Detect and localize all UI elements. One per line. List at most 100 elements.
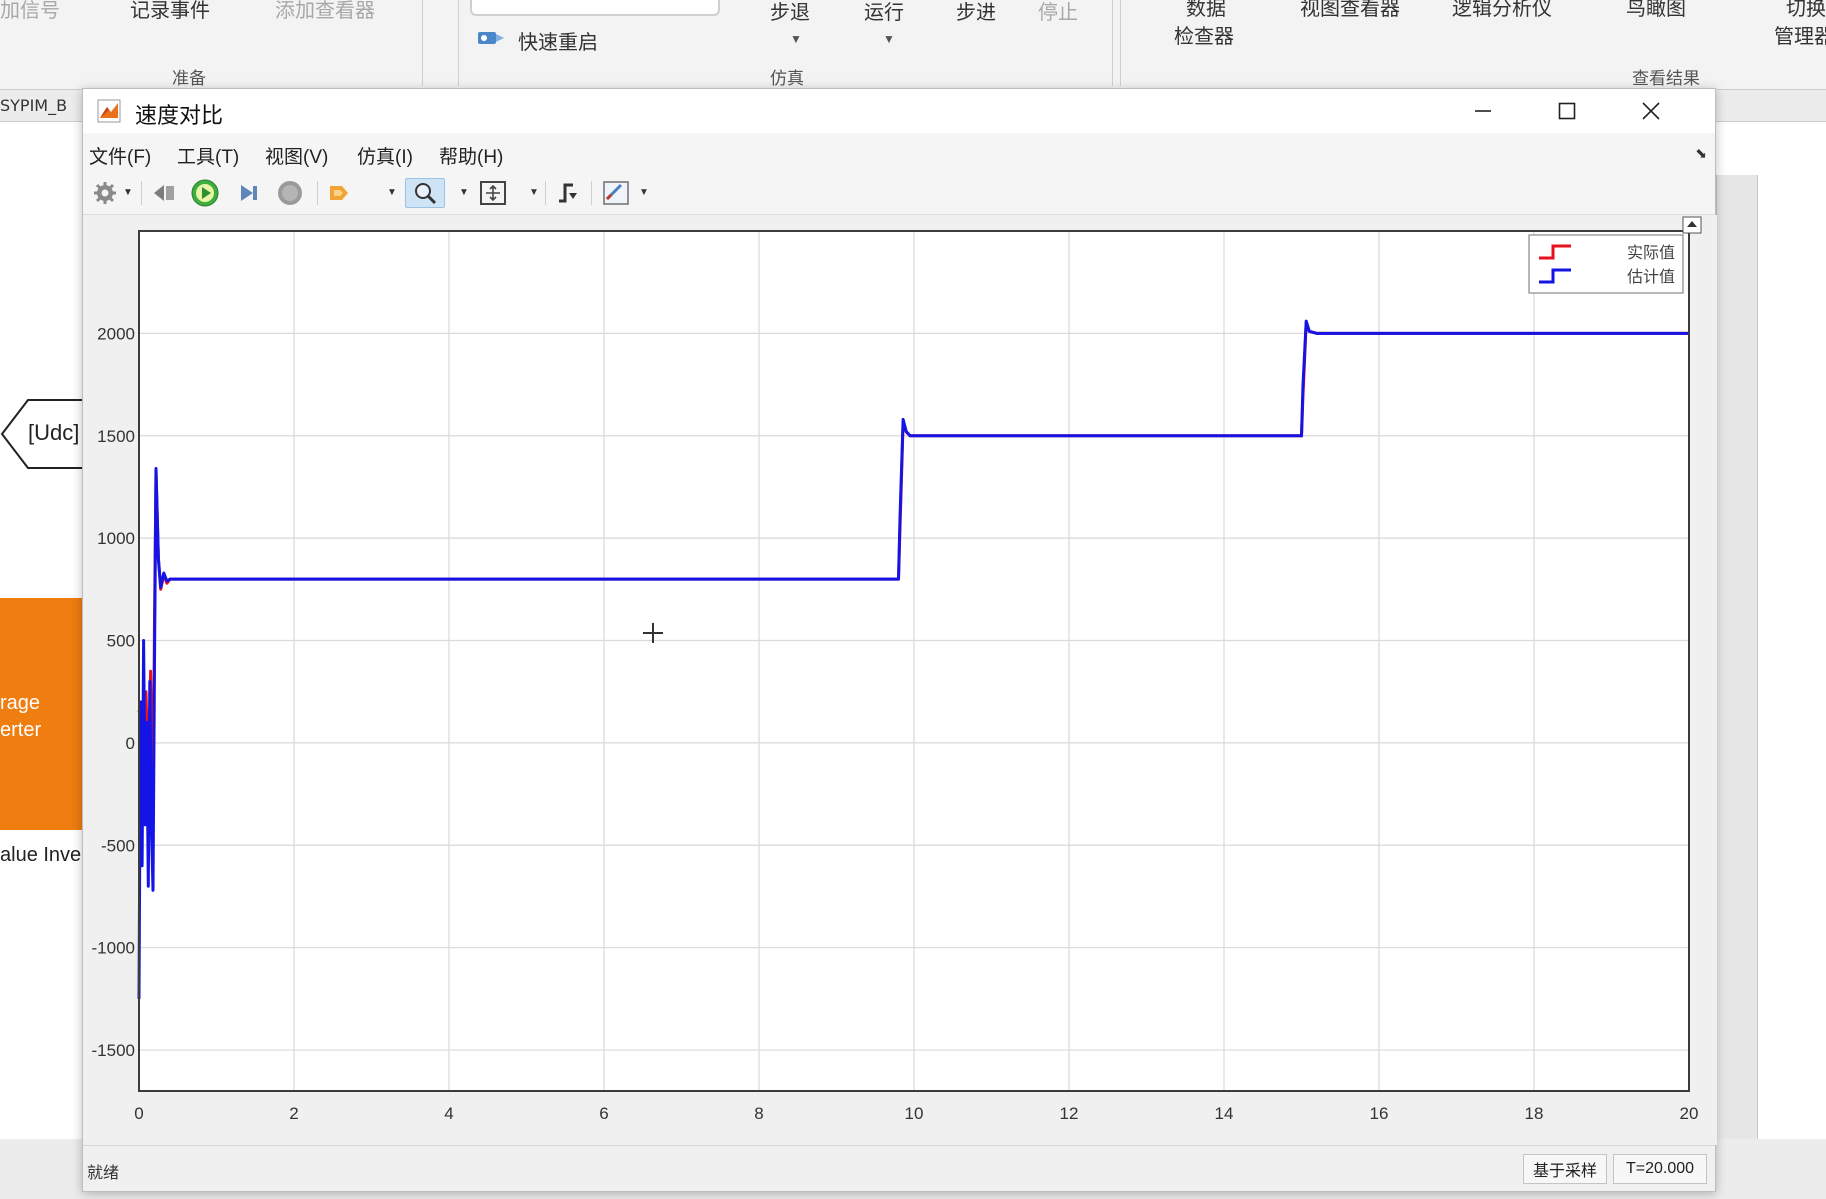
scope-title: 速度对比 <box>135 103 224 128</box>
axes-menu-icon[interactable] <box>1682 216 1702 234</box>
triggers-button[interactable] <box>553 178 583 208</box>
ribbon-stop-time-field[interactable] <box>470 0 720 16</box>
step-back-icon <box>154 185 174 201</box>
autoscale-dropdown-icon[interactable]: ▼ <box>529 187 539 198</box>
x-tick-label: 18 <box>1525 1104 1544 1123</box>
scope-window: 速度对比 文件(F) 工具(T) 视图(V) 仿真(I) 帮助(H) ⬊ ▼ ▼… <box>82 88 1717 1192</box>
zoom-dropdown-icon[interactable]: ▼ <box>459 187 469 198</box>
x-tick-label: 10 <box>905 1104 924 1123</box>
y-tick-label: 1000 <box>97 529 135 548</box>
measurements-button[interactable] <box>599 178 633 208</box>
status-sample-mode: 基于采样 <box>1523 1154 1607 1184</box>
x-tick-label: 12 <box>1060 1104 1079 1123</box>
background-ribbon: 添加信号 记录事件 添加查看器 快速重启 步退 ▼ 运行 ▼ 步进 停止 数据 … <box>0 0 1826 90</box>
run-dropdown-icon[interactable]: ▼ <box>883 32 895 46</box>
highlight-simulink-button[interactable] <box>325 178 355 208</box>
ribbon-group-prepare: 准备 <box>172 69 206 88</box>
legend-label: 实际值 <box>1627 243 1675 262</box>
scope-axes[interactable]: 0 2 4 6 8 10 12 14 16 18 20 -1500 -1000 -500 0 500 1000 1… <box>83 215 1717 1145</box>
measurements-icon <box>603 181 629 205</box>
settings-dropdown-icon[interactable]: ▼ <box>123 187 133 198</box>
canvas-scrollbar[interactable] <box>1716 175 1758 1139</box>
ribbon-log-events[interactable]: 记录事件 <box>130 0 210 23</box>
legend-label: 估计值 <box>1627 267 1675 286</box>
inverter-block-label: rage erter <box>0 692 42 741</box>
stop-button[interactable] <box>275 178 305 208</box>
close-icon <box>1642 102 1660 120</box>
y-tick-label: -1000 <box>92 939 135 958</box>
minimize-icon <box>1475 110 1491 112</box>
settings-button[interactable] <box>91 178 119 208</box>
step-back-button[interactable] <box>149 178 179 208</box>
status-time: T=20.000 <box>1613 1154 1707 1184</box>
legend[interactable]: 实际值估计值 <box>1528 234 1684 294</box>
ribbon-logic-viewer[interactable]: 视图查看器 <box>1300 0 1400 21</box>
y-tick-label: 1500 <box>97 427 135 446</box>
run-icon <box>191 179 219 207</box>
goto-tag-label: [Udc] <box>28 420 80 445</box>
scope-titlebar[interactable]: 速度对比 <box>83 89 1715 133</box>
step-back-dropdown-icon[interactable]: ▼ <box>790 32 802 46</box>
maximize-icon <box>1558 102 1576 120</box>
ribbon-data[interactable]: 数据 <box>1186 0 1226 21</box>
ribbon-step-forward[interactable]: 步进 <box>956 0 996 25</box>
highlight-icon <box>330 186 348 200</box>
x-tick-label: 0 <box>134 1104 143 1123</box>
inverter-block-caption: alue Inve <box>0 844 82 866</box>
ribbon-group-simulate: 仿真 <box>770 69 804 88</box>
menu-help[interactable]: 帮助(H) <box>439 142 503 169</box>
scope-toolbar: ▼ ▼ ▼ ▼ ▼ <box>83 171 1715 215</box>
y-tick-label: 0 <box>126 734 135 753</box>
maximize-button[interactable] <box>1531 91 1603 131</box>
ribbon-step-back[interactable]: 步退 <box>770 0 810 25</box>
ribbon-logic-analyzer[interactable]: 逻辑分析仪 <box>1452 0 1552 21</box>
autoscale-icon <box>480 181 506 205</box>
zoom-icon <box>415 183 437 205</box>
matlab-icon <box>97 99 121 123</box>
step-forward-icon <box>241 185 257 201</box>
undock-icon[interactable]: ⬊ <box>1695 145 1707 162</box>
x-tick-label: 20 <box>1680 1104 1699 1123</box>
ribbon-add-viewer[interactable]: 添加查看器 <box>275 0 375 23</box>
x-tick-label: 14 <box>1215 1104 1234 1123</box>
step-forward-button[interactable] <box>233 178 263 208</box>
x-tick-label: 2 <box>289 1104 298 1123</box>
scope-menubar: 文件(F) 工具(T) 视图(V) 仿真(I) 帮助(H) ⬊ <box>83 133 1715 171</box>
ribbon-add-signal[interactable]: 添加信号 <box>0 0 60 23</box>
ribbon-stop[interactable]: 停止 <box>1038 0 1078 25</box>
fast-restart-icon <box>478 32 504 44</box>
settings-icon <box>94 182 116 204</box>
x-tick-label: 8 <box>754 1104 763 1123</box>
measurements-dropdown-icon[interactable]: ▼ <box>639 187 649 198</box>
y-tick-label: 500 <box>107 632 135 651</box>
autoscale-button[interactable] <box>475 178 511 208</box>
close-button[interactable] <box>1615 91 1687 131</box>
highlight-dropdown-icon[interactable]: ▼ <box>387 187 397 198</box>
ribbon-fast-restart[interactable]: 快速重启 <box>518 26 598 55</box>
ribbon-birds-eye[interactable]: 鸟瞰图 <box>1626 0 1686 21</box>
status-ready: 就绪 <box>87 1165 120 1182</box>
zoom-button[interactable] <box>405 178 445 208</box>
ribbon-run[interactable]: 运行 <box>864 0 904 25</box>
ribbon-manager[interactable]: 管理器 <box>1774 20 1826 49</box>
triggers-icon <box>559 183 577 203</box>
stop-icon <box>278 181 302 205</box>
y-tick-label: -1500 <box>92 1041 135 1060</box>
y-tick-label: -500 <box>101 836 135 855</box>
ribbon-data-inspector[interactable]: 检查器 <box>1174 20 1234 49</box>
menu-file[interactable]: 文件(F) <box>89 142 151 169</box>
y-tick-label: 2000 <box>97 324 135 343</box>
menu-tools[interactable]: 工具(T) <box>177 142 239 169</box>
run-button[interactable] <box>189 178 221 208</box>
minimize-button[interactable] <box>1447 91 1519 131</box>
ribbon-switch[interactable]: 切换 <box>1786 0 1826 21</box>
ribbon-group-review: 查看结果 <box>1632 69 1700 88</box>
scope-statusbar: 就绪 基于采样 T=20.000 <box>83 1145 1715 1191</box>
menu-simulation[interactable]: 仿真(I) <box>357 142 413 169</box>
menu-view[interactable]: 视图(V) <box>265 142 328 169</box>
model-tab[interactable]: SYPIM_B <box>0 96 67 115</box>
grid-lines <box>138 231 1690 1091</box>
x-tick-label: 6 <box>599 1104 608 1123</box>
x-tick-label: 4 <box>444 1104 453 1123</box>
x-tick-label: 16 <box>1370 1104 1389 1123</box>
